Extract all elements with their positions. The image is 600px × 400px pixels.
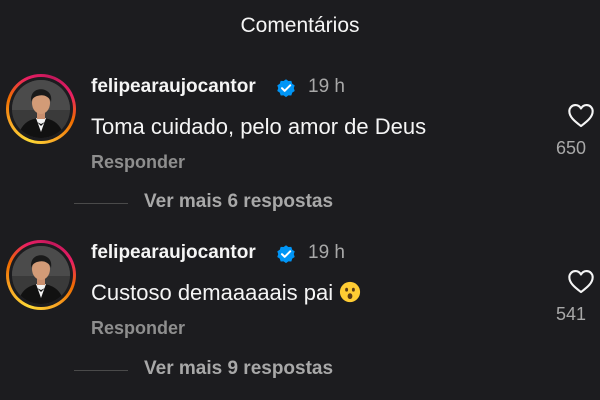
profile-photo-icon [12, 246, 70, 304]
like-count: 541 [556, 304, 587, 324]
verified-badge-icon [277, 245, 295, 264]
page-title: Comentários [240, 14, 360, 37]
comments-sheet: Comentários felipearaujocantor 19 h Toma… [0, 0, 600, 400]
view-more-replies-button[interactable]: Ver mais 9 respostas [0, 358, 600, 382]
astonished-face-emoji-icon [340, 281, 361, 303]
comment-text: Custoso demaaaaais pai [91, 280, 334, 305]
reply-button[interactable]: Responder [91, 318, 185, 339]
view-more-replies-label: Ver mais 9 respostas [144, 358, 334, 379]
divider [74, 370, 128, 371]
avatar[interactable] [6, 240, 76, 310]
comment-timestamp: 19 h [308, 242, 345, 263]
profile-photo-icon [12, 80, 70, 138]
like-count: 650 [556, 138, 587, 158]
comment-timestamp: 19 h [308, 76, 345, 97]
comment-text: Toma cuidado, pelo amor de Deus [91, 114, 427, 139]
comment-username[interactable]: felipearaujocantor [91, 242, 256, 264]
heart-icon[interactable] [567, 268, 595, 294]
divider [74, 203, 128, 204]
comment-text-row: Custoso demaaaaais pai [91, 280, 361, 306]
avatar[interactable] [6, 74, 76, 144]
heart-icon[interactable] [567, 102, 595, 128]
comment-username[interactable]: felipearaujocantor [91, 76, 256, 98]
verified-badge-icon [277, 79, 295, 98]
reply-button[interactable]: Responder [91, 152, 185, 173]
view-more-replies-button[interactable]: Ver mais 6 respostas [0, 191, 600, 215]
view-more-replies-label: Ver mais 6 respostas [144, 191, 334, 212]
